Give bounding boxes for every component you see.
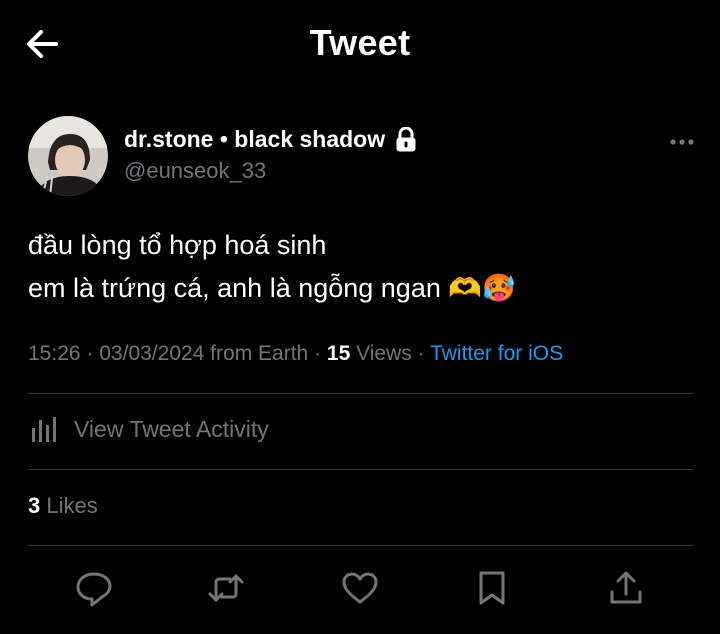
tweet-meta: 15:26 · 03/03/2024 from Earth · 15 Views… — [28, 342, 563, 366]
tweet-line: đầu lòng tổ hợp hoá sinh — [28, 230, 327, 260]
display-name[interactable]: dr.stone • black shadow — [124, 126, 385, 153]
share-button[interactable] — [606, 568, 646, 608]
bookmark-icon — [479, 571, 505, 605]
retweet-button[interactable] — [206, 568, 246, 608]
avatar[interactable] — [28, 116, 108, 196]
page-title: Tweet — [309, 22, 411, 63]
reply-button[interactable] — [74, 568, 114, 608]
likes-label: Likes — [46, 493, 98, 518]
retweet-icon — [208, 574, 244, 602]
likes-count: 3 — [28, 493, 41, 518]
user-handle[interactable]: @eunseok_33 — [124, 158, 266, 184]
more-options-button[interactable] — [668, 132, 698, 152]
divider — [28, 545, 693, 546]
share-icon — [610, 571, 642, 604]
view-tweet-activity-button[interactable]: View Tweet Activity — [28, 412, 269, 446]
tweet-line: em là trứng cá, anh là ngỗng ngan 🫶🥵 — [28, 273, 516, 303]
tweet-date[interactable]: 03/03/2024 from Earth — [99, 342, 308, 365]
top-bar: Tweet — [0, 0, 720, 88]
source-link[interactable]: Twitter for iOS — [430, 342, 563, 365]
divider — [28, 393, 693, 394]
bookmark-button[interactable] — [472, 568, 512, 608]
divider — [28, 469, 693, 470]
views-count: 15 — [326, 342, 351, 365]
lock-icon — [396, 126, 416, 151]
author-name-row[interactable]: dr.stone • black shadow — [124, 126, 417, 153]
reply-icon — [76, 572, 112, 607]
likes-count-link[interactable]: 3 Likes — [28, 493, 98, 519]
view-tweet-activity-label: View Tweet Activity — [74, 415, 269, 442]
meta-separator: · — [86, 342, 94, 365]
meta-separator: · — [314, 342, 322, 365]
tweet-time[interactable]: 15:26 — [28, 342, 81, 365]
tweet-text: đầu lòng tổ hợp hoá sinh em là trứng cá,… — [28, 224, 516, 310]
analytics-icon — [32, 417, 56, 442]
views-label: Views — [356, 342, 412, 365]
more-icon — [670, 139, 694, 145]
like-button[interactable] — [340, 568, 380, 608]
heart-icon — [342, 572, 378, 604]
meta-separator: · — [417, 342, 425, 365]
